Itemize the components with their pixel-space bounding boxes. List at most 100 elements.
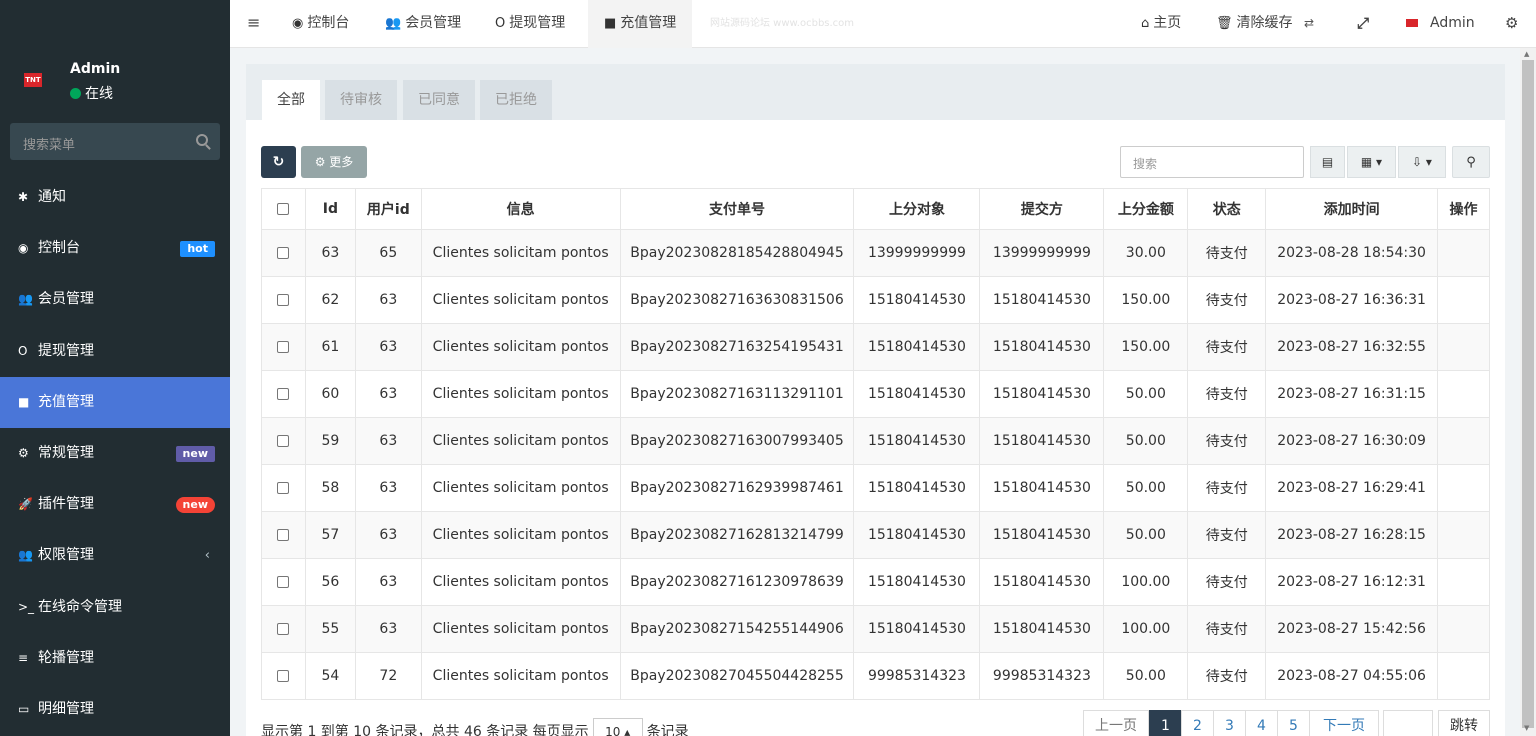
cell-status: 待支付	[1187, 558, 1267, 606]
online-dot-icon	[70, 88, 81, 99]
grid-icon: ■	[18, 394, 30, 409]
table-row[interactable]: 55 63 Clientes solicitam pontos Bpay2023082…	[261, 605, 1491, 653]
table-row[interactable]: 59 63 Clientes solicitam pontos Bpay2023082…	[261, 417, 1491, 465]
table-row[interactable]: 63 65 Clientes solicitam pontos Bpay2023082…	[261, 229, 1491, 277]
settings-icon[interactable]: ⚙	[1505, 0, 1518, 48]
row-checkbox[interactable]	[277, 576, 290, 588]
home-icon: ⌂	[1141, 16, 1150, 31]
cell-created-at: 2023-08-27 15:42:56	[1265, 605, 1438, 653]
sidebar-search-input[interactable]: 搜索菜单	[10, 123, 220, 160]
scrollbar-thumb[interactable]	[1522, 60, 1534, 728]
language-icon[interactable]: ⇄	[1304, 0, 1314, 48]
circle-icon: O	[495, 16, 506, 31]
cell-status: 待支付	[1187, 511, 1267, 559]
page-button-3[interactable]: 3	[1213, 710, 1246, 736]
admin-menu[interactable]: Admin	[1406, 0, 1475, 48]
circle-icon: O	[18, 343, 28, 358]
table-row[interactable]: 54 72 Clientes solicitam pontos Bpay2023082…	[261, 652, 1491, 700]
col-user-id[interactable]: 用户id	[354, 188, 422, 230]
table-search-input[interactable]: 搜索	[1120, 146, 1304, 178]
sidebar-item-notice[interactable]: ✱ 通知	[0, 172, 230, 223]
sidebar-item-members[interactable]: 👥 会员管理	[0, 274, 230, 325]
tab-rejected[interactable]: 已拒绝	[480, 80, 552, 120]
col-id[interactable]: Id	[304, 188, 356, 230]
row-checkbox[interactable]	[277, 482, 290, 494]
page-button-5[interactable]: 5	[1277, 710, 1310, 736]
prev-page-button[interactable]: 上一页	[1083, 710, 1149, 736]
col-info[interactable]: 信息	[420, 188, 621, 230]
tab-dashboard[interactable]: ◉ 控制台	[280, 0, 361, 48]
rocket-icon: 🚀	[18, 497, 33, 512]
row-checkbox[interactable]	[277, 529, 290, 541]
export-button[interactable]: ⇩ ▾	[1398, 146, 1446, 178]
scroll-down-icon[interactable]: ▼	[1524, 724, 1529, 732]
col-status[interactable]: 状态	[1187, 188, 1267, 230]
jump-page-input[interactable]	[1383, 710, 1433, 736]
sidebar-item-permissions[interactable]: 👥 权限管理 ‹	[0, 530, 230, 581]
sidebar-item-recharge[interactable]: ■ 充值管理	[0, 376, 230, 428]
table-row[interactable]: 61 63 Clientes solicitam pontos Bpay2023082…	[261, 323, 1491, 371]
search-icon[interactable]	[196, 134, 208, 146]
col-created-at[interactable]: 添加时间	[1265, 188, 1438, 230]
search-placeholder: 搜索	[1133, 157, 1158, 171]
sidebar-item-general[interactable]: ⚙ 常规管理 new	[0, 428, 230, 479]
cell-submitter: 15180414530	[979, 558, 1105, 606]
page-button-2[interactable]: 2	[1181, 710, 1214, 736]
top-navbar: ≡ ◉ 控制台 👥 会员管理 O 提现管理 ■ 充值管理 网站源码论坛 www.ocbb…	[230, 0, 1536, 48]
sidebar-item-carousel[interactable]: ≡ 轮播管理	[0, 633, 230, 684]
tab-approved[interactable]: 已同意	[403, 80, 475, 120]
page-scrollbar[interactable]: ▲ ▼	[1520, 48, 1536, 736]
page-button-4[interactable]: 4	[1245, 710, 1278, 736]
sidebar-item-details[interactable]: ▭ 明细管理	[0, 684, 230, 735]
row-select-cell	[261, 558, 306, 606]
clear-cache-link[interactable]: 🗑 清除缓存	[1216, 0, 1293, 48]
sidebar-toggle-icon[interactable]: ≡	[247, 0, 260, 48]
tab-members[interactable]: 👥 会员管理	[373, 0, 473, 48]
col-target[interactable]: 上分对象	[853, 188, 981, 230]
table-row[interactable]: 60 63 Clientes solicitam pontos Bpay2023082…	[261, 370, 1491, 418]
more-button[interactable]: ⚙ 更多	[301, 146, 367, 178]
table-row[interactable]: 57 63 Clientes solicitam pontos Bpay2023082…	[261, 511, 1491, 559]
scroll-up-icon[interactable]: ▲	[1524, 50, 1529, 58]
next-page-button[interactable]: 下一页	[1309, 710, 1379, 736]
search-button[interactable]: ⚲	[1452, 146, 1490, 178]
toggle-view-button[interactable]: ▤	[1310, 146, 1345, 178]
table-row[interactable]: 58 63 Clientes solicitam pontos Bpay2023082…	[261, 464, 1491, 512]
col-amount[interactable]: 上分金额	[1103, 188, 1189, 230]
col-order-no[interactable]: 支付单号	[619, 188, 855, 230]
page-button-1[interactable]: 1	[1149, 710, 1182, 736]
refresh-button[interactable]: ↻	[261, 146, 296, 178]
jump-button[interactable]: 跳转	[1438, 710, 1490, 736]
tab-recharge[interactable]: ■ 充值管理	[588, 0, 693, 48]
row-checkbox[interactable]	[277, 294, 290, 306]
row-checkbox[interactable]	[277, 623, 290, 635]
row-checkbox[interactable]	[277, 247, 290, 259]
cell-created-at: 2023-08-27 16:29:41	[1265, 464, 1438, 512]
cell-amount: 50.00	[1103, 652, 1189, 700]
page-size-select[interactable]: 10 ▴	[592, 718, 643, 736]
home-link[interactable]: ⌂ 主页	[1141, 0, 1181, 48]
sidebar-item-plugins[interactable]: 🚀 插件管理 new	[0, 479, 230, 530]
row-checkbox[interactable]	[277, 388, 290, 400]
cell-status: 待支付	[1187, 323, 1267, 371]
row-select-cell	[261, 323, 306, 371]
row-checkbox[interactable]	[277, 435, 290, 447]
cell-submitter: 15180414530	[979, 464, 1105, 512]
col-submitter[interactable]: 提交方	[979, 188, 1105, 230]
cell-user-id: 63	[354, 558, 422, 606]
sidebar-item-dashboard[interactable]: ◉ 控制台 hot	[0, 223, 230, 274]
select-all-checkbox[interactable]	[277, 203, 290, 215]
tab-pending[interactable]: 待审核	[325, 80, 397, 120]
row-checkbox[interactable]	[277, 670, 290, 682]
fullscreen-icon[interactable]: ⤢	[1357, 0, 1369, 48]
table-row[interactable]: 62 63 Clientes solicitam pontos Bpay2023082…	[261, 276, 1491, 324]
cell-info: Clientes solicitam pontos	[420, 323, 621, 371]
columns-button[interactable]: ▦ ▾	[1347, 146, 1396, 178]
tab-all[interactable]: 全部	[262, 80, 320, 120]
sidebar-item-console[interactable]: >_ 在线命令管理	[0, 582, 230, 633]
tab-withdraw[interactable]: O 提现管理	[483, 0, 577, 48]
table-row[interactable]: 56 63 Clientes solicitam pontos Bpay2023082…	[261, 558, 1491, 606]
sidebar-item-withdraw[interactable]: O 提现管理	[0, 326, 230, 377]
row-checkbox[interactable]	[277, 341, 290, 353]
cell-id: 61	[304, 323, 356, 371]
